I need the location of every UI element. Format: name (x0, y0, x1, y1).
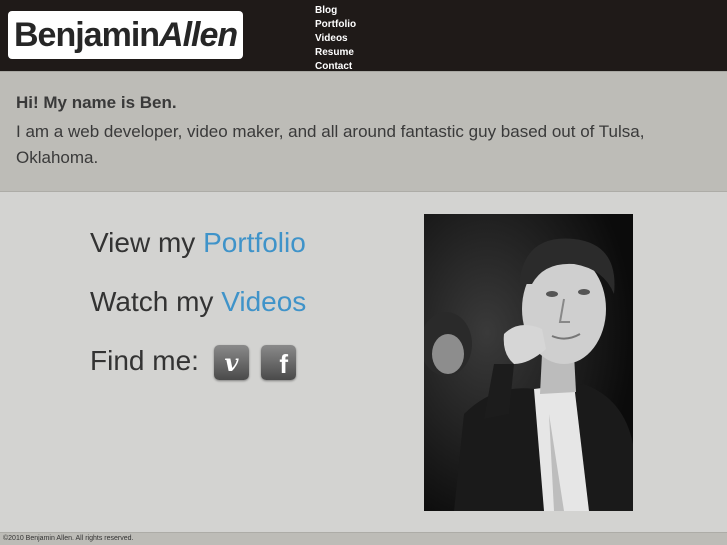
logo-first-name: Benjamin (14, 15, 160, 54)
intro-description: I am a web developer, video maker, and a… (16, 122, 645, 167)
copyright-text: ©2010 Benjamin Allen. All rights reserve… (3, 535, 134, 542)
main-nav: Blog Portfolio Videos Resume Contact (315, 4, 356, 74)
main-content: View my Portfolio Watch my Videos Find m… (0, 192, 727, 532)
videos-prefix: Watch my (90, 286, 222, 317)
profile-photo-illustration (424, 214, 633, 511)
find-me-label: Find me: (90, 345, 199, 376)
nav-item-blog[interactable]: Blog (315, 4, 356, 18)
nav-item-videos[interactable]: Videos (315, 32, 356, 46)
site-header: Benjamin Allen Blog Portfolio Videos Resu… (0, 0, 727, 74)
intro-panel: Hi! My name is Ben. I am a web developer… (0, 71, 727, 192)
portfolio-line: View my Portfolio (90, 227, 306, 259)
vimeo-icon[interactable]: v (214, 345, 249, 380)
intro-greeting: Hi! My name is Ben. (16, 93, 177, 112)
facebook-icon[interactable]: f (261, 345, 296, 380)
site-logo[interactable]: Benjamin Allen (8, 11, 244, 59)
portfolio-prefix: View my (90, 227, 204, 258)
logo-last-name: Allen (159, 15, 238, 54)
nav-item-portfolio[interactable]: Portfolio (315, 18, 356, 32)
site-footer: ©2010 Benjamin Allen. All rights reserve… (0, 532, 727, 545)
nav-item-resume[interactable]: Resume (315, 46, 356, 60)
portfolio-link[interactable]: Portfolio (203, 227, 306, 258)
videos-line: Watch my Videos (90, 286, 306, 318)
videos-link[interactable]: Videos (221, 286, 306, 317)
profile-photo (424, 214, 633, 511)
